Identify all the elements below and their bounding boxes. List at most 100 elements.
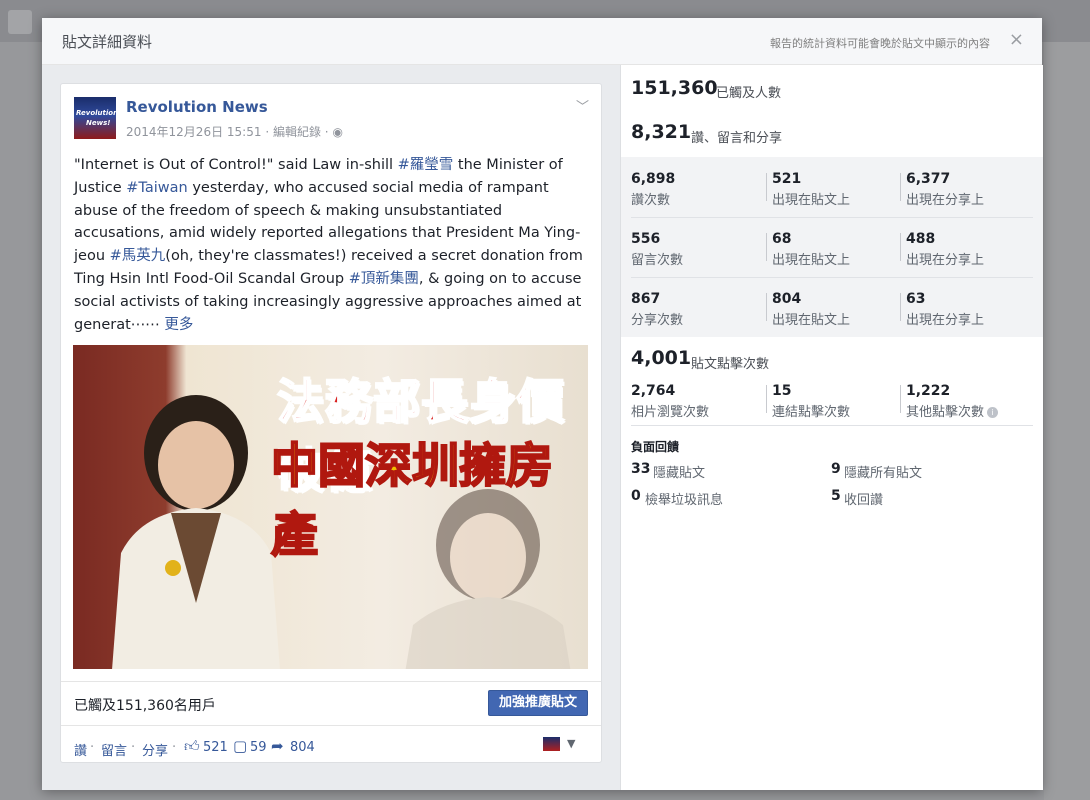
reach-value: 151,360 <box>631 77 718 99</box>
page-avatar[interactable]: Revolution News! <box>74 97 119 139</box>
like-count[interactable]: 521 <box>203 740 228 755</box>
avatar-text-line1: Revolution <box>76 109 119 117</box>
person-figure-left <box>112 395 280 669</box>
comment-icon: ▢ <box>233 737 248 755</box>
likes-total-label: 讚次數 <box>631 193 671 208</box>
like-link[interactable]: 讚 <box>74 740 87 759</box>
hashtag-link[interactable]: #頂新集團 <box>349 271 419 287</box>
share-count[interactable]: 804 <box>290 740 315 755</box>
reach-bar: 已觸及151,360名用戶 加強推廣貼文 <box>61 681 601 724</box>
post-details-dialog: 貼文詳細資料 報告的統計資料可能會晚於貼文中顯示的內容 × Revolution… <box>42 18 1043 790</box>
comments-total: 556 <box>631 231 661 247</box>
photo-views: 2,764 <box>631 383 676 399</box>
post-actions: 讚 · 留言 · 分享 · 👍︎ 521 ▢ 59 ➦ 804 ▼ <box>61 725 601 762</box>
report-spam-count: 0 <box>631 488 641 504</box>
dialog-title: 貼文詳細資料 <box>62 33 153 51</box>
hide-all-label: 隱藏所有貼文 <box>844 466 923 481</box>
comments-on-shares: 488 <box>906 231 936 247</box>
edit-history-link[interactable]: 編輯紀錄 <box>273 125 321 139</box>
reach-label: 已觸及人數 <box>716 86 782 101</box>
hashtag-link[interactable]: #羅瑩雪 <box>398 157 454 173</box>
comments-on-shares-label: 出現在分享上 <box>906 253 985 268</box>
see-more-link[interactable]: 更多 <box>164 317 193 333</box>
post-text-segment: "Internet is Out of Control!" said Law i… <box>74 157 398 173</box>
close-icon[interactable]: × <box>1009 29 1024 50</box>
shares-on-post-label: 出現在貼文上 <box>772 313 851 328</box>
info-icon[interactable]: i <box>987 407 999 418</box>
shares-on-post: 804 <box>772 291 802 307</box>
divider <box>900 233 901 261</box>
meta-separator: · <box>265 125 273 139</box>
post-card: Revolution News! Revolution News 2014年12… <box>60 83 602 763</box>
hide-all-count: 9 <box>831 461 841 477</box>
other-clicks: 1,222 <box>906 383 951 399</box>
divider <box>766 173 767 201</box>
likes-on-post: 521 <box>772 171 802 187</box>
post-date[interactable]: 2014年12月26日 15:51 <box>126 125 261 139</box>
likes-on-shares: 6,377 <box>906 171 951 187</box>
likes-total: 6,898 <box>631 171 676 187</box>
link-clicks-label: 連結點擊次數 <box>772 405 851 420</box>
dialog-note: 報告的統計資料可能會晚於貼文中顯示的內容 <box>770 37 990 50</box>
row-divider <box>631 277 1033 278</box>
post-preview-pane: Revolution News! Revolution News 2014年12… <box>42 65 620 790</box>
unlike-count: 5 <box>831 488 841 504</box>
negative-feedback-title: 負面回饋 <box>631 440 680 454</box>
insights-pane: 151,360 已觸及人數 8,321 讚、留言和分享 6,898 讚次數 52… <box>620 65 1043 790</box>
action-separator: · <box>172 740 177 755</box>
avatar-text-line2: News! <box>86 119 111 127</box>
action-separator: · <box>90 740 95 755</box>
hashtag-link[interactable]: #馬英九 <box>110 248 166 264</box>
comment-link[interactable]: 留言 <box>101 740 127 759</box>
divider <box>900 293 901 321</box>
reach-text: 已觸及151,360名用戶 <box>74 698 216 714</box>
other-clicks-label: 其他點擊次數 i <box>906 401 999 420</box>
likes-on-post-label: 出現在貼文上 <box>772 193 851 208</box>
divider <box>766 293 767 321</box>
share-link[interactable]: 分享 <box>142 740 168 759</box>
hide-post-label: 隱藏貼文 <box>653 466 706 481</box>
action-separator: · <box>131 740 136 755</box>
hashtag-link[interactable]: #Taiwan <box>126 180 187 196</box>
globe-icon: ◉ <box>332 125 343 139</box>
engagement-value: 8,321 <box>631 121 692 143</box>
comments-on-post-label: 出現在貼文上 <box>772 253 851 268</box>
comments-total-label: 留言次數 <box>631 253 684 268</box>
link-clicks: 15 <box>772 383 792 399</box>
share-arrow-icon: ➦ <box>271 737 284 755</box>
comment-count[interactable]: 59 <box>250 740 267 755</box>
shares-total-label: 分享次數 <box>631 313 684 328</box>
divider <box>900 385 901 413</box>
comments-on-post: 68 <box>772 231 792 247</box>
report-spam-label: 檢舉垃圾訊息 <box>645 493 724 508</box>
chevron-down-icon[interactable]: ﹀ <box>576 96 589 115</box>
shares-on-shares-label: 出現在分享上 <box>906 313 985 328</box>
photo-views-label: 相片瀏覽次數 <box>631 405 710 420</box>
clicks-label: 貼文點擊次數 <box>691 357 770 372</box>
page-profile-icon[interactable] <box>543 737 560 751</box>
clicks-value: 4,001 <box>631 347 692 369</box>
shares-on-shares: 63 <box>906 291 926 307</box>
engagement-breakdown: 6,898 讚次數 521 出現在貼文上 6,377 出現在分享上 556 留言… <box>621 157 1043 337</box>
hide-post-count: 33 <box>631 461 651 477</box>
post-photo[interactable]: 法務部長身價破億 中國深圳擁房產 <box>73 345 588 669</box>
caret-down-icon[interactable]: ▼ <box>567 737 575 750</box>
post-message: "Internet is Out of Control!" said Law i… <box>74 154 588 336</box>
likes-on-shares-label: 出現在分享上 <box>906 193 985 208</box>
section-divider <box>631 425 1033 426</box>
engagement-label: 讚、留言和分享 <box>691 131 783 146</box>
thumbs-up-icon: 👍︎ <box>184 737 200 755</box>
shares-total: 867 <box>631 291 661 307</box>
background-logo <box>8 10 32 34</box>
boost-post-button[interactable]: 加強推廣貼文 <box>487 690 588 716</box>
divider <box>766 233 767 261</box>
divider <box>766 385 767 413</box>
post-author-link[interactable]: Revolution News <box>126 98 268 116</box>
divider <box>900 173 901 201</box>
photo-headline-2: 中國深圳擁房產 <box>270 438 554 564</box>
row-divider <box>631 217 1033 218</box>
dialog-header: 貼文詳細資料 報告的統計資料可能會晚於貼文中顯示的內容 × <box>42 18 1042 65</box>
other-clicks-label-text: 其他點擊次數 <box>906 405 985 420</box>
background-right-column <box>1044 42 1090 800</box>
post-meta: 2014年12月26日 15:51 · 編輯紀錄 · ◉ <box>126 123 343 140</box>
